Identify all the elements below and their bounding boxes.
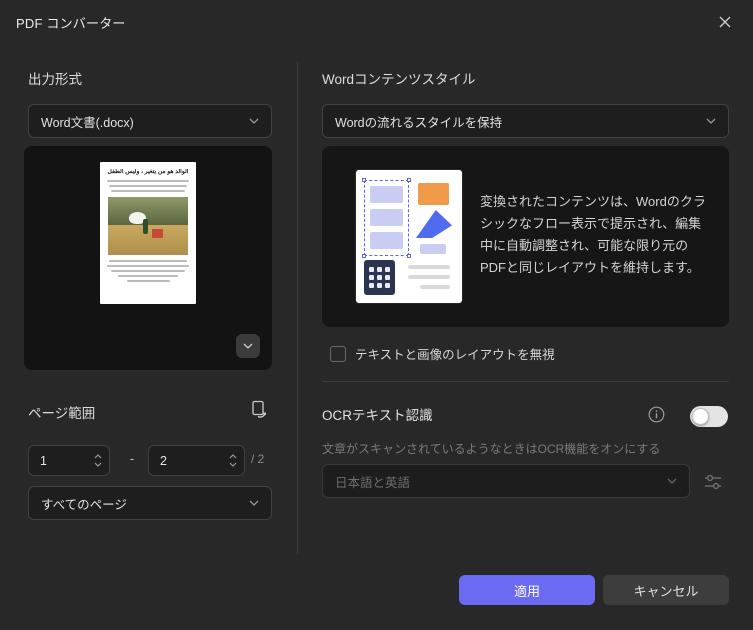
style-description-text: 変換されたコンテンツは、Wordのクラシックなフロー表示で提示され、編集中に自動… <box>480 194 706 275</box>
page-to-stepper[interactable]: 2 <box>148 445 245 476</box>
horizontal-divider <box>322 381 729 382</box>
thumbnail-text-line <box>117 275 179 277</box>
thumbnail-text-line <box>111 190 185 192</box>
page-from-stepper[interactable]: 1 <box>28 445 110 476</box>
preview-expand-button[interactable] <box>236 334 260 358</box>
sliders-icon <box>705 474 721 490</box>
title-bar: PDF コンバーター <box>0 0 753 44</box>
style-description-panel: 変換されたコンテンツは、Wordのクラシックなフロー表示で提示され、編集中に自動… <box>322 146 729 327</box>
page-to-value: 2 <box>160 453 167 468</box>
dialog-title: PDF コンバーター <box>16 15 126 31</box>
thumbnail-text-line <box>109 185 187 187</box>
chevron-down-icon <box>667 478 677 484</box>
apply-button[interactable]: 適用 <box>459 575 595 605</box>
toggle-knob <box>692 408 709 425</box>
chevron-down-icon <box>243 343 253 349</box>
ocr-hint-text: 文章がスキャンされているようなときはOCR機能をオンにする <box>322 442 661 456</box>
page-total: / 2 <box>251 452 265 466</box>
pdf-converter-dialog: PDF コンバーター 出力形式 Word文書(.docx) الوالد هو … <box>0 0 753 630</box>
chevron-up-icon <box>229 454 237 459</box>
ignore-layout-label: テキストと画像のレイアウトを無視 <box>355 348 555 362</box>
preview-panel: الوالد هو من يتغير ، وليس الطفل <box>24 146 272 370</box>
info-icon[interactable] <box>648 406 665 423</box>
word-style-select[interactable]: Wordの流れるスタイルを保持 <box>322 104 729 138</box>
thumbnail-text-line <box>107 265 189 267</box>
document-thumbnail: الوالد هو من يتغير ، وليس الطفل <box>100 162 196 304</box>
output-format-value: Word文書(.docx) <box>41 115 134 130</box>
page-from-value: 1 <box>40 453 47 468</box>
selection-box <box>362 178 411 258</box>
stepper-spin-buttons[interactable] <box>94 454 102 467</box>
lavender-block <box>420 244 446 254</box>
ignore-layout-checkbox[interactable] <box>330 345 346 362</box>
ignore-layout-row: テキストと画像のレイアウトを無視 <box>330 344 555 363</box>
page-range-settings-button[interactable] <box>246 396 272 422</box>
page-range-label: ページ範囲 <box>28 406 96 421</box>
pages-scope-value: すべてのページ <box>41 497 127 512</box>
chevron-down-icon <box>249 118 259 124</box>
layout-illustration <box>356 170 462 303</box>
output-format-select[interactable]: Word文書(.docx) <box>28 104 272 138</box>
thumbnail-title: الوالد هو من يتغير ، وليس الطفل <box>107 169 189 175</box>
ocr-toggle[interactable] <box>690 406 728 427</box>
cancel-button[interactable]: キャンセル <box>603 575 729 605</box>
illustration-bottle-shape <box>143 219 149 235</box>
range-separator: - <box>129 451 135 466</box>
vertical-divider <box>297 62 298 554</box>
ocr-language-value: 日本語と英語 <box>335 475 411 490</box>
illustration-box-shape <box>152 228 163 238</box>
word-style-label: Wordコンテンツスタイル <box>322 72 476 87</box>
ocr-language-select[interactable]: 日本語と英語 <box>322 464 690 498</box>
chevron-down-icon <box>229 462 237 467</box>
page-refresh-icon <box>252 400 267 418</box>
chevron-up-icon <box>94 454 102 459</box>
thumbnail-text-line <box>107 180 189 182</box>
chevron-down-icon <box>94 462 102 467</box>
keypad-block <box>364 260 395 295</box>
ocr-label: OCRテキスト認識 <box>322 408 433 423</box>
chevron-down-icon <box>249 500 259 506</box>
output-format-label: 出力形式 <box>28 72 82 87</box>
close-icon <box>719 16 731 28</box>
thumbnail-text-line <box>109 260 187 262</box>
stepper-spin-buttons[interactable] <box>229 454 237 467</box>
orange-block <box>418 183 449 205</box>
pages-scope-select[interactable]: すべてのページ <box>28 486 272 520</box>
thumbnail-illustration <box>108 197 188 255</box>
thumbnail-text-line <box>111 270 185 272</box>
blue-shape <box>416 210 452 238</box>
ocr-advanced-settings-button[interactable] <box>700 469 726 495</box>
close-button[interactable] <box>711 8 739 36</box>
thumbnail-text-line <box>126 280 170 282</box>
word-style-value: Wordの流れるスタイルを保持 <box>335 115 503 130</box>
chevron-down-icon <box>706 118 716 124</box>
